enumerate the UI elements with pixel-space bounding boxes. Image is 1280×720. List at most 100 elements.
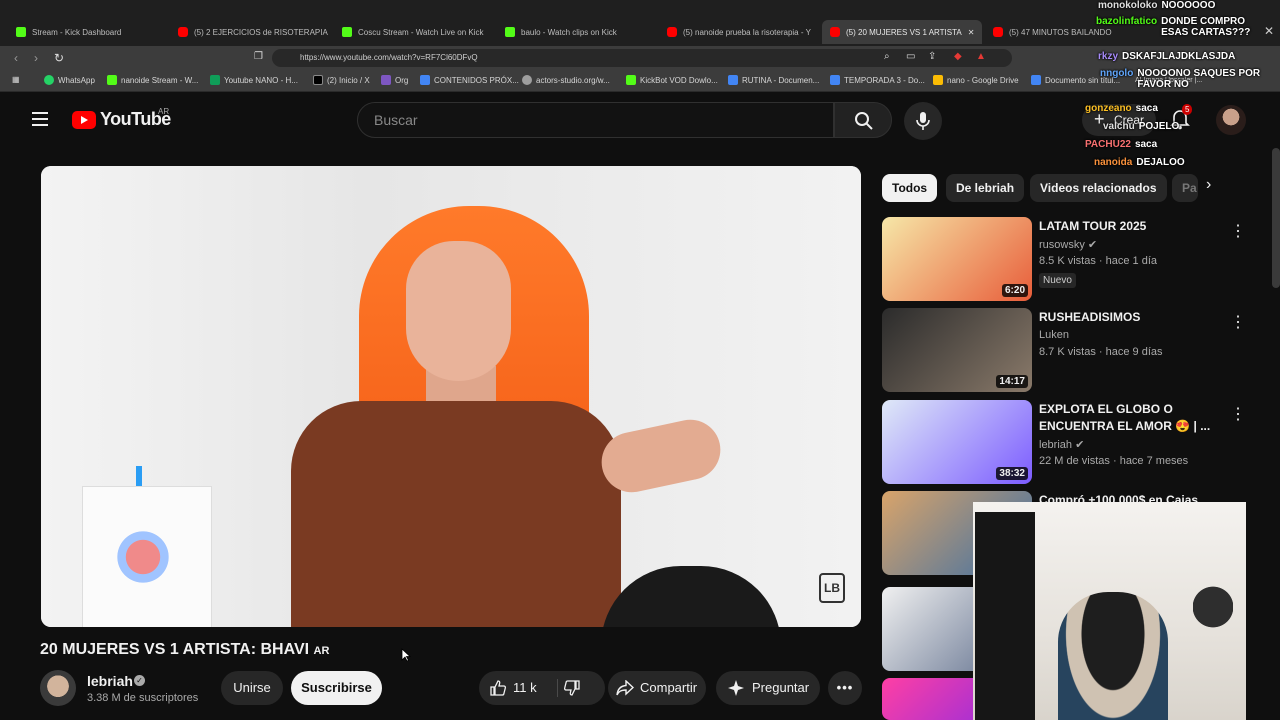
more-vertical-icon[interactable]: ⋮ <box>1230 221 1246 241</box>
more-actions-button[interactable]: ••• <box>828 671 862 705</box>
brave-shield-icon[interactable]: ◆ <box>954 51 962 62</box>
search-button[interactable] <box>834 102 892 138</box>
browser-tab[interactable]: baulo - Watch clips on Kick <box>505 22 655 42</box>
recommended-channel[interactable]: Luken <box>1039 329 1069 341</box>
rewards-icon[interactable]: ▲ <box>976 51 986 62</box>
webcam-streamer <box>1058 592 1168 720</box>
recommended-channel[interactable]: rusowsky ✔ <box>1039 238 1097 251</box>
chat-username: gonzeano <box>1085 103 1132 114</box>
docs-icon <box>1031 75 1041 85</box>
bookmark-item[interactable]: nanoide Stream - W... <box>107 75 198 85</box>
browser-tab[interactable]: (5) nanoide prueba la risoterapia - Y <box>667 22 817 42</box>
search-input[interactable]: Buscar <box>357 102 834 138</box>
recommended-video[interactable]: 6:20 LATAM TOUR 2025 rusowsky ✔ 8.5 K vi… <box>882 217 1246 301</box>
video-thumbnail[interactable]: 6:20 <box>882 217 1032 301</box>
zoom-icon[interactable]: ⌕ <box>884 51 890 62</box>
recommended-title[interactable]: EXPLOTA EL GLOBO O ENCUENTRA EL AMOR 😍 |… <box>1039 401 1219 435</box>
new-badge: Nuevo <box>1039 273 1076 288</box>
chat-message: nanoida DEJALOO <box>1094 157 1185 168</box>
browser-tab[interactable]: (5) 2 EJERCICIOS de RISOTERAPIA - Y <box>178 22 328 42</box>
reload-icon[interactable]: ↻ <box>54 51 64 65</box>
share-icon[interactable]: ⇪ <box>928 51 936 62</box>
voice-search-button[interactable] <box>904 102 942 140</box>
bookmark-label: Youtube NANO - H... <box>224 75 298 85</box>
bookmark-item[interactable]: Org <box>381 75 408 85</box>
tab-label: Stream - Kick Dashboard <box>32 27 122 37</box>
more-vertical-icon[interactable]: ⋮ <box>1230 404 1246 424</box>
chip-more[interactable]: Pa <box>1172 174 1198 202</box>
dislike-button[interactable] <box>563 671 599 705</box>
chat-username: bazolinfatico <box>1096 16 1158 27</box>
recommended-video[interactable]: 38:32 EXPLOTA EL GLOBO O ENCUENTRA EL AM… <box>882 400 1246 484</box>
chat-text: saca <box>1135 103 1158 114</box>
chip-related[interactable]: Videos relacionados <box>1030 174 1167 202</box>
chip-all[interactable]: Todos <box>882 174 938 202</box>
chat-text: DSKAFJLAJDKLASJDA <box>1122 51 1236 62</box>
channel-label: lebriah <box>1039 439 1073 451</box>
recommended-title[interactable]: RUSHEADISIMOS <box>1039 309 1219 326</box>
video-thumbnail[interactable]: 14:17 <box>882 308 1032 392</box>
tab-label: (5) nanoide prueba la risoterapia - Y <box>683 27 811 37</box>
share-button[interactable]: Compartir <box>608 671 706 705</box>
bookmark-icon[interactable]: ❐ <box>254 51 263 62</box>
tab-label: baulo - Watch clips on Kick <box>521 27 617 37</box>
docs-icon <box>728 75 738 85</box>
chat-text: saca <box>1134 139 1158 150</box>
channel-name[interactable]: lebriah <box>87 673 133 689</box>
browser-tab-active[interactable]: (5) 20 MUJERES VS 1 ARTISTA ✕ <box>822 20 982 44</box>
more-vertical-icon[interactable]: ⋮ <box>1230 312 1246 332</box>
channel-avatar[interactable] <box>40 670 76 706</box>
bookmark-item[interactable]: nano - Google Drive <box>933 75 1019 85</box>
share-label: Compartir <box>640 680 698 695</box>
bookmark-whatsapp[interactable]: WhatsApp <box>44 75 95 85</box>
bookmark-item[interactable]: actors-studio.org/w... <box>522 75 610 85</box>
bookmark-item[interactable]: RUTINA - Documen... <box>728 75 819 85</box>
cast-icon[interactable]: ▭ <box>906 51 915 62</box>
join-button[interactable]: Unirse <box>221 671 283 705</box>
video-player[interactable]: LB <box>41 166 861 627</box>
kick-icon <box>107 75 117 85</box>
forward-icon[interactable]: › <box>34 51 38 65</box>
recommended-channel[interactable]: lebriah ✔ <box>1039 438 1084 451</box>
bookmark-item[interactable]: (2) Inicio / X <box>313 75 370 85</box>
subscribe-button[interactable]: Suscribirse <box>291 671 382 705</box>
kick-icon <box>626 75 636 85</box>
ask-button[interactable]: Preguntar <box>716 671 820 705</box>
video-frame-product-box <box>82 486 212 627</box>
bookmark-item[interactable]: TEMPORADA 3 - Do... <box>830 75 925 85</box>
recommended-video[interactable]: 14:17 RUSHEADISIMOS Luken 8.7 K vistas ·… <box>882 308 1246 392</box>
video-title-suffix: AR <box>313 645 330 657</box>
tab-label: (5) 2 EJERCICIOS de RISOTERAPIA - Y <box>194 27 328 37</box>
webcam-overlay <box>973 502 1246 720</box>
channel-watermark: LB <box>819 573 845 603</box>
sparkle-icon <box>728 680 744 696</box>
sheets-icon <box>210 75 220 85</box>
youtube-logo[interactable]: YouTube AR <box>72 107 171 130</box>
video-duration: 14:17 <box>996 375 1028 388</box>
bookmark-item[interactable]: Youtube NANO - H... <box>210 75 298 85</box>
microphone-icon <box>916 112 930 130</box>
video-frame-dress <box>291 401 621 627</box>
url-field[interactable]: https://www.youtube.com/watch?v=RF7Cl60D… <box>272 49 1012 67</box>
bookmark-item[interactable]: KickBot VOD Dowlo... <box>626 75 718 85</box>
hamburger-menu-icon[interactable] <box>32 112 48 126</box>
chip-from-channel[interactable]: De lebriah <box>946 174 1025 202</box>
bookmark-label: (2) Inicio / X <box>327 75 370 85</box>
webcam-background-plant <box>1193 572 1233 642</box>
like-button[interactable]: 11 k <box>487 671 555 705</box>
browser-tab[interactable]: Coscu Stream - Watch Live on Kick <box>342 22 492 42</box>
close-tab-icon[interactable]: ✕ <box>968 28 975 37</box>
docs-icon <box>830 75 840 85</box>
verified-icon: ✓ <box>134 675 145 686</box>
webcam-background-door <box>975 512 1035 720</box>
chat-text: POJELO <box>1138 121 1180 132</box>
browser-tab[interactable]: Stream - Kick Dashboard <box>16 22 166 42</box>
recommended-title[interactable]: LATAM TOUR 2025 <box>1039 218 1219 235</box>
back-icon[interactable]: ‹ <box>14 51 18 65</box>
chat-text: DONDE COMPRO ESAS CARTAS??? <box>1161 16 1251 38</box>
video-thumbnail[interactable]: 38:32 <box>882 400 1032 484</box>
docs-icon <box>420 75 430 85</box>
apps-icon[interactable]: ▦ <box>12 75 20 84</box>
bookmark-item[interactable]: CONTENIDOS PRÓX... <box>420 75 519 85</box>
chevron-right-icon[interactable]: › <box>1206 176 1211 194</box>
